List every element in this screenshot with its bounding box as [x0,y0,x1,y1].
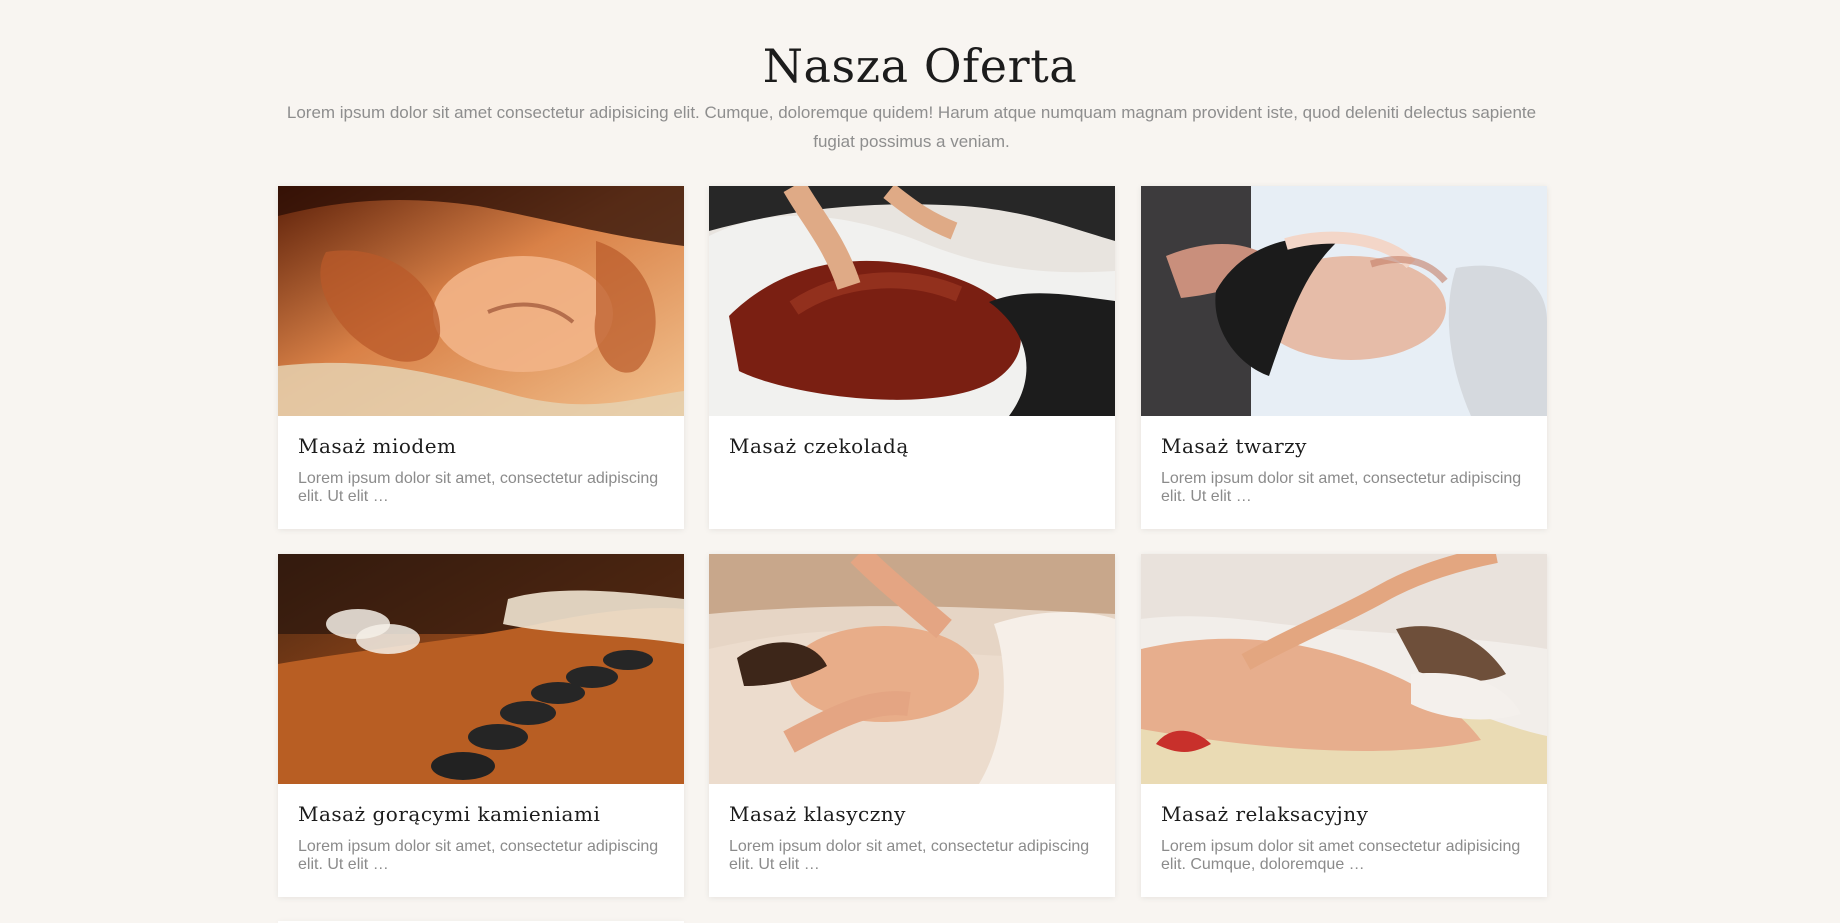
service-card-description: Lorem ipsum dolor sit amet, consectetur … [729,838,1090,873]
service-card-description: Lorem ipsum dolor sit amet, consectetur … [298,470,659,505]
section-subtitle: Lorem ipsum dolor sit amet consectetur a… [286,103,1537,151]
service-card-description: Lorem ipsum dolor sit amet consectetur a… [1161,838,1521,873]
service-card-title[interactable]: Masaż twarzy [1161,433,1307,459]
service-card-title[interactable]: Masaż klasyczny [729,801,906,827]
chocolate-massage-image [709,186,1115,416]
section-title: Nasza Oferta [762,39,1078,93]
hot-stone-massage-image [278,554,684,784]
offer-section: Nasza Oferta Lorem ipsum dolor sit amet … [0,0,1840,923]
face-massage-image [1141,186,1547,416]
service-card-description: Lorem ipsum dolor sit amet, consectetur … [298,838,659,873]
service-card-face-massage[interactable]: Masaż twarzy Lorem ipsum dolor sit amet,… [1141,186,1547,529]
service-card-chocolate-massage[interactable]: Masaż czekoladą [709,186,1115,529]
service-card-description: Lorem ipsum dolor sit amet, consectetur … [1161,470,1522,505]
service-card-title[interactable]: Masaż czekoladą [729,433,909,459]
service-card-classic-massage[interactable]: Masaż klasyczny Lorem ipsum dolor sit am… [709,554,1115,897]
service-card-title[interactable]: Masaż relaksacyjny [1161,801,1368,827]
classic-massage-image [709,554,1115,784]
honey-massage-image [278,186,684,416]
service-card-title[interactable]: Masaż miodem [298,433,457,459]
service-card-relaxing-massage[interactable]: Masaż relaksacyjny Lorem ipsum dolor sit… [1141,554,1547,897]
service-card-title[interactable]: Masaż gorącymi kamieniami [298,801,600,827]
service-card-honey-massage[interactable]: Masaż miodem Lorem ipsum dolor sit amet,… [278,186,684,529]
service-card-hot-stone-massage[interactable]: Masaż gorącymi kamieniami Lorem ipsum do… [278,554,684,897]
relaxing-massage-image [1141,554,1547,784]
